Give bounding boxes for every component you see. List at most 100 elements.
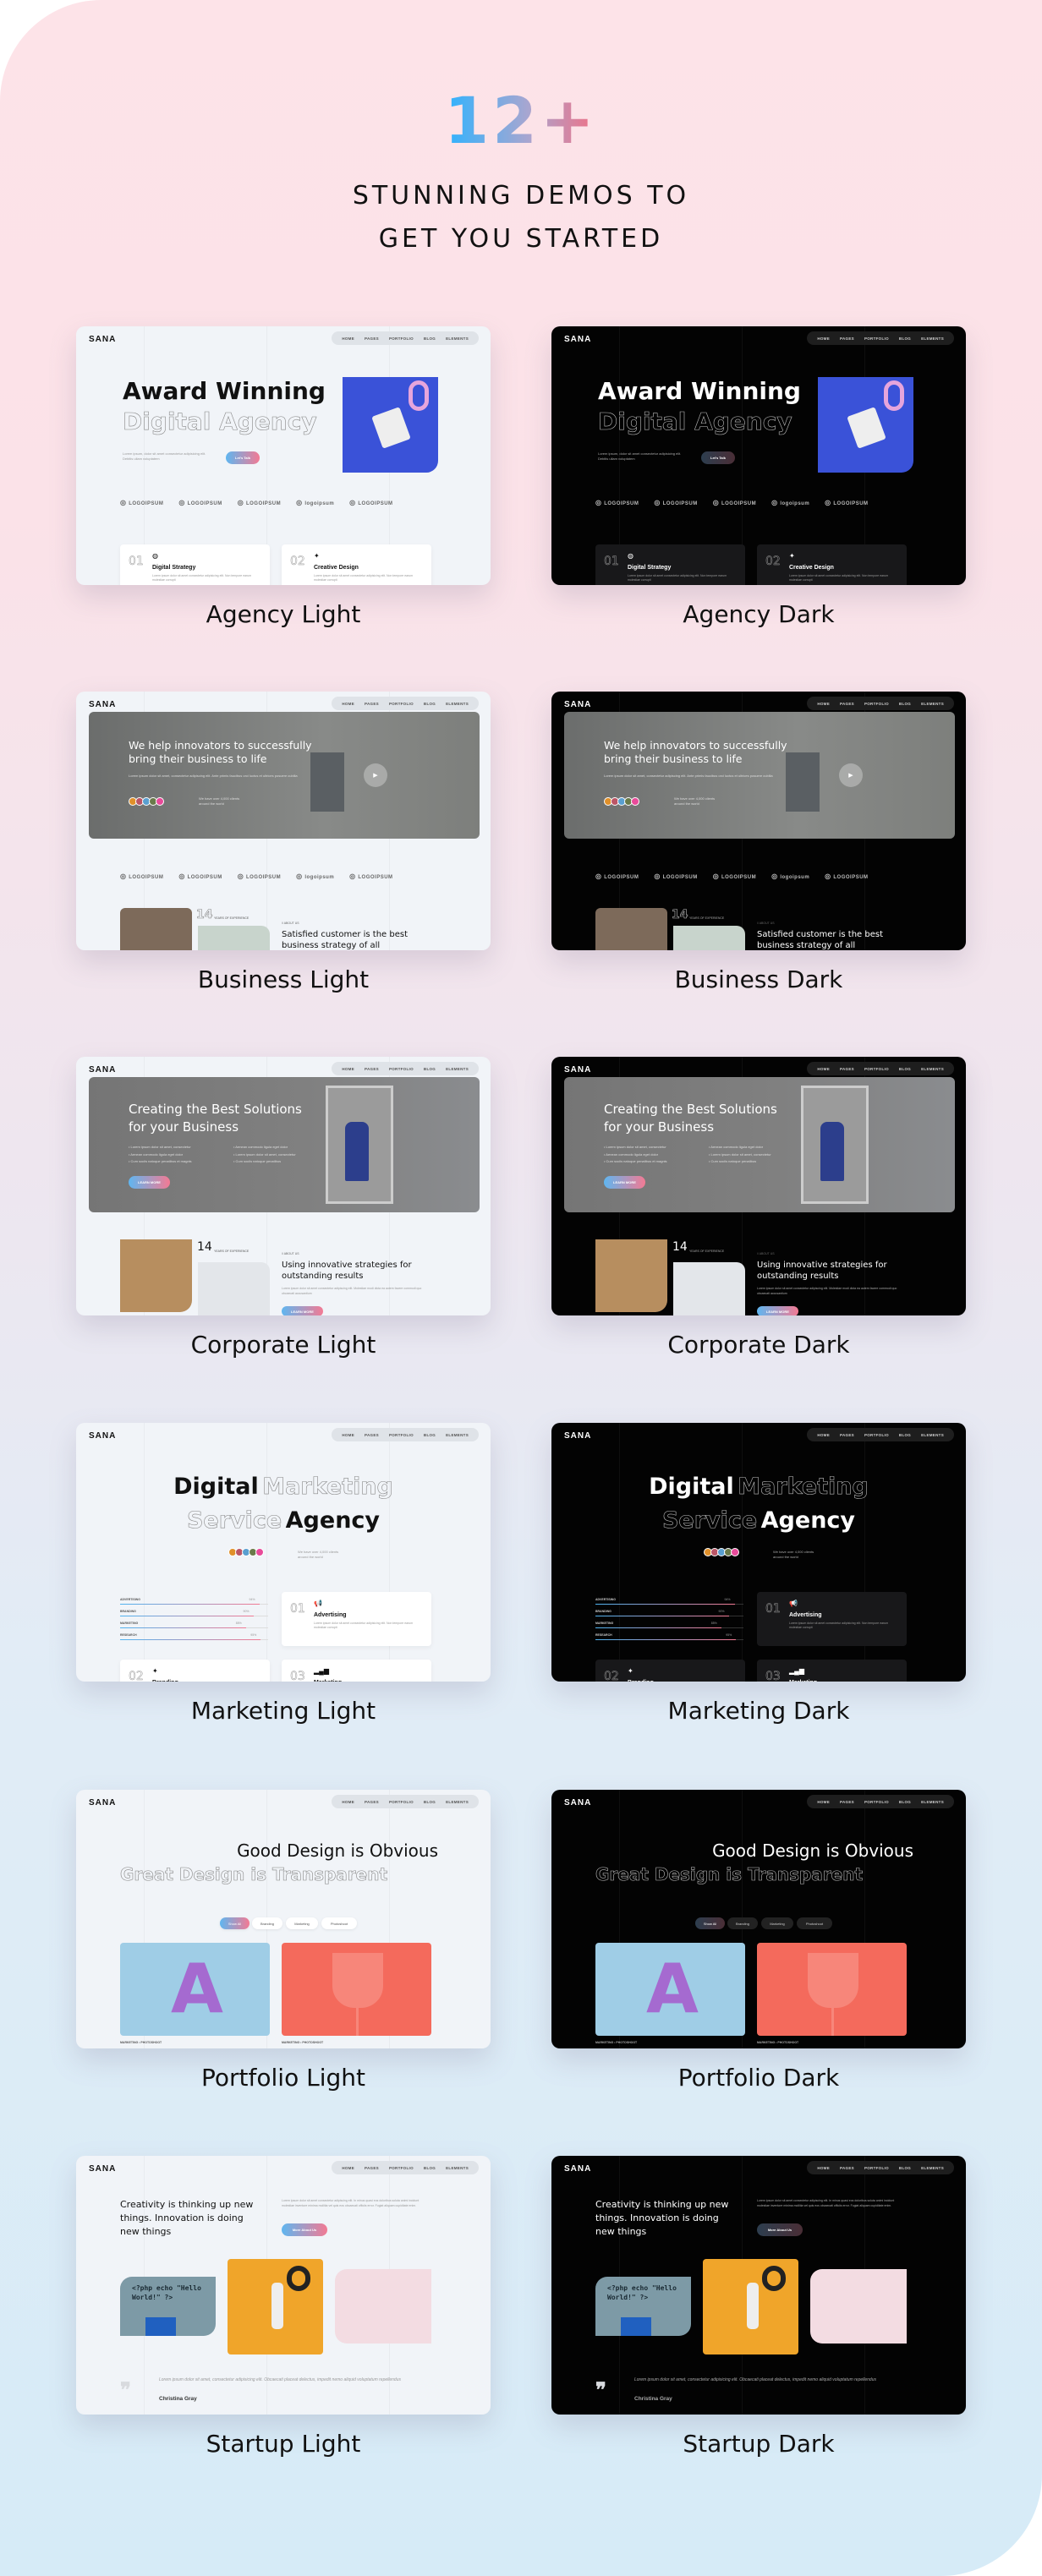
nav-item-blog[interactable]: BLOG [419, 1433, 441, 1437]
nav-item-elements[interactable]: ELEMENTS [916, 1433, 949, 1437]
filter-marketing[interactable]: Marketing [761, 1917, 793, 1929]
demo-agency-dark[interactable]: SANA HOME PAGES PORTFOLIO BLOG ELEMENTS Award… [551, 326, 966, 585]
site-logo[interactable]: SANA [89, 1431, 116, 1441]
nav-item-elements[interactable]: ELEMENTS [441, 336, 474, 341]
nav-item-home[interactable]: HOME [812, 702, 835, 706]
service-card[interactable]: 02 ✦ Creative Design Lorem ipsum dolor s… [282, 544, 431, 585]
play-button[interactable]: ▶ [839, 763, 863, 787]
nav-item-home[interactable]: HOME [812, 336, 835, 341]
nav-item-home[interactable]: HOME [812, 2166, 835, 2170]
nav-item-elements[interactable]: ELEMENTS [916, 702, 949, 706]
nav-item-portfolio[interactable]: PORTFOLIO [384, 1433, 419, 1437]
nav-item-portfolio[interactable]: PORTFOLIO [859, 1800, 894, 1804]
nav-item-home[interactable]: HOME [337, 336, 359, 341]
site-logo[interactable]: SANA [564, 1798, 591, 1808]
service-card[interactable]: 03 ▂▄▆ Marketing [282, 1660, 431, 1682]
site-logo[interactable]: SANA [89, 335, 116, 344]
nav-item-blog[interactable]: BLOG [419, 336, 441, 341]
demo-corporate-dark[interactable]: SANA HOME PAGES PORTFOLIO BLOG ELEMENTS Creat… [551, 1057, 966, 1315]
nav-item-home[interactable]: HOME [812, 1800, 835, 1804]
nav-item-pages[interactable]: PAGES [835, 336, 859, 341]
nav-item-blog[interactable]: BLOG [419, 1067, 441, 1071]
nav-item-elements[interactable]: ELEMENTS [916, 1800, 949, 1804]
service-card[interactable]: 02 ✦ Creative Design Lorem ipsum dolor s… [757, 544, 907, 585]
portfolio-item-image[interactable]: A [120, 1943, 270, 2036]
demo-label-startup-dark[interactable]: Startup Dark [551, 2430, 966, 2458]
nav-item-elements[interactable]: ELEMENTS [441, 1067, 474, 1071]
site-logo[interactable]: SANA [89, 700, 116, 709]
nav-item-blog[interactable]: BLOG [894, 1433, 916, 1437]
nav-item-blog[interactable]: BLOG [894, 702, 916, 706]
nav-item-portfolio[interactable]: PORTFOLIO [384, 336, 419, 341]
nav-item-elements[interactable]: ELEMENTS [441, 1433, 474, 1437]
learn-more-button[interactable]: LEARN MORE [129, 1176, 170, 1189]
service-card[interactable]: 01 📢 Advertising Lorem ipsum dolor sit a… [282, 1592, 431, 1646]
demo-label-business-light[interactable]: Business Light [76, 965, 491, 993]
demo-label-corporate-light[interactable]: Corporate Light [76, 1331, 491, 1359]
service-card[interactable]: 01 ◍ Digital Strategy Lorem ipsum dolor … [120, 544, 270, 585]
demo-label-portfolio-dark[interactable]: Portfolio Dark [551, 2064, 966, 2092]
demo-portfolio-dark[interactable]: SANA HOME PAGES PORTFOLIO BLOG ELEMENTS Good … [551, 1790, 966, 2048]
nav-item-blog[interactable]: BLOG [419, 2166, 441, 2170]
nav-item-elements[interactable]: ELEMENTS [916, 2166, 949, 2170]
more-about-us-button[interactable]: More About Us [757, 2223, 803, 2236]
nav-item-pages[interactable]: PAGES [835, 1433, 859, 1437]
service-card[interactable]: 01 ◍ Digital Strategy Lorem ipsum dolor … [595, 544, 745, 585]
learn-more-button[interactable]: LEARN MORE [757, 1306, 798, 1315]
portfolio-item-image[interactable]: A [595, 1943, 745, 2036]
nav-item-portfolio[interactable]: PORTFOLIO [859, 1067, 894, 1071]
filter-photoshoot[interactable]: Photoshoot [797, 1917, 832, 1929]
nav-item-blog[interactable]: BLOG [419, 702, 441, 706]
demo-label-agency-light[interactable]: Agency Light [76, 600, 491, 628]
filter-show-all[interactable]: Show All [220, 1917, 250, 1929]
demo-label-marketing-light[interactable]: Marketing Light [76, 1697, 491, 1725]
nav-item-home[interactable]: HOME [337, 2166, 359, 2170]
portfolio-item-image[interactable] [757, 1943, 907, 2036]
site-logo[interactable]: SANA [89, 1065, 116, 1075]
demo-label-corporate-dark[interactable]: Corporate Dark [551, 1331, 966, 1359]
demo-business-dark[interactable]: SANA HOME PAGES PORTFOLIO BLOG ELEMENTS We he… [551, 692, 966, 950]
nav-item-pages[interactable]: PAGES [835, 1067, 859, 1071]
nav-item-blog[interactable]: BLOG [419, 1800, 441, 1804]
nav-item-blog[interactable]: BLOG [894, 336, 916, 341]
demo-label-startup-light[interactable]: Startup Light [76, 2430, 491, 2458]
nav-item-pages[interactable]: PAGES [359, 702, 384, 706]
site-logo[interactable]: SANA [89, 2164, 116, 2174]
nav-item-home[interactable]: HOME [337, 1433, 359, 1437]
nav-item-pages[interactable]: PAGES [835, 1800, 859, 1804]
nav-item-home[interactable]: HOME [337, 702, 359, 706]
demo-business-light[interactable]: SANA HOME PAGES PORTFOLIO BLOG ELEMENTS We he… [76, 692, 491, 950]
demo-corporate-light[interactable]: SANA HOME PAGES PORTFOLIO BLOG ELEMENTS Creat… [76, 1057, 491, 1315]
site-logo[interactable]: SANA [564, 700, 591, 709]
site-logo[interactable]: SANA [564, 1065, 591, 1075]
demo-label-marketing-dark[interactable]: Marketing Dark [551, 1697, 966, 1725]
nav-item-pages[interactable]: PAGES [359, 2166, 384, 2170]
learn-more-button[interactable]: LEARN MORE [282, 1306, 323, 1315]
lets-talk-button[interactable]: Let's Talk [701, 451, 735, 464]
site-logo[interactable]: SANA [564, 335, 591, 344]
demo-marketing-light[interactable]: SANA HOME PAGES PORTFOLIO BLOG ELEMENTS Digit… [76, 1423, 491, 1682]
demo-label-portfolio-light[interactable]: Portfolio Light [76, 2064, 491, 2092]
nav-item-elements[interactable]: ELEMENTS [916, 336, 949, 341]
nav-item-portfolio[interactable]: PORTFOLIO [384, 1067, 419, 1071]
nav-item-home[interactable]: HOME [337, 1067, 359, 1071]
demo-portfolio-light[interactable]: SANA HOME PAGES PORTFOLIO BLOG ELEMENTS Good … [76, 1790, 491, 2048]
service-card[interactable]: 02 ✦ Branding [120, 1660, 270, 1682]
filter-show-all[interactable]: Show All [695, 1917, 725, 1929]
nav-item-elements[interactable]: ELEMENTS [441, 2166, 474, 2170]
nav-item-portfolio[interactable]: PORTFOLIO [859, 336, 894, 341]
nav-item-elements[interactable]: ELEMENTS [441, 1800, 474, 1804]
nav-item-blog[interactable]: BLOG [894, 1800, 916, 1804]
site-logo[interactable]: SANA [89, 1798, 116, 1808]
demo-startup-light[interactable]: SANA HOME PAGES PORTFOLIO BLOG ELEMENTS Creat… [76, 2156, 491, 2415]
demo-label-business-dark[interactable]: Business Dark [551, 965, 966, 993]
nav-item-portfolio[interactable]: PORTFOLIO [384, 1800, 419, 1804]
demo-startup-dark[interactable]: SANA HOME PAGES PORTFOLIO BLOG ELEMENTS Creat… [551, 2156, 966, 2415]
site-logo[interactable]: SANA [564, 2164, 591, 2174]
filter-branding[interactable]: Branding [252, 1917, 282, 1929]
nav-item-home[interactable]: HOME [337, 1800, 359, 1804]
filter-branding[interactable]: Branding [727, 1917, 758, 1929]
service-card[interactable]: 01 📢 Advertising Lorem ipsum dolor sit a… [757, 1592, 907, 1646]
demo-agency-light[interactable]: SANA HOME PAGES PORTFOLIO BLOG ELEMENTS Award… [76, 326, 491, 585]
nav-item-pages[interactable]: PAGES [835, 702, 859, 706]
